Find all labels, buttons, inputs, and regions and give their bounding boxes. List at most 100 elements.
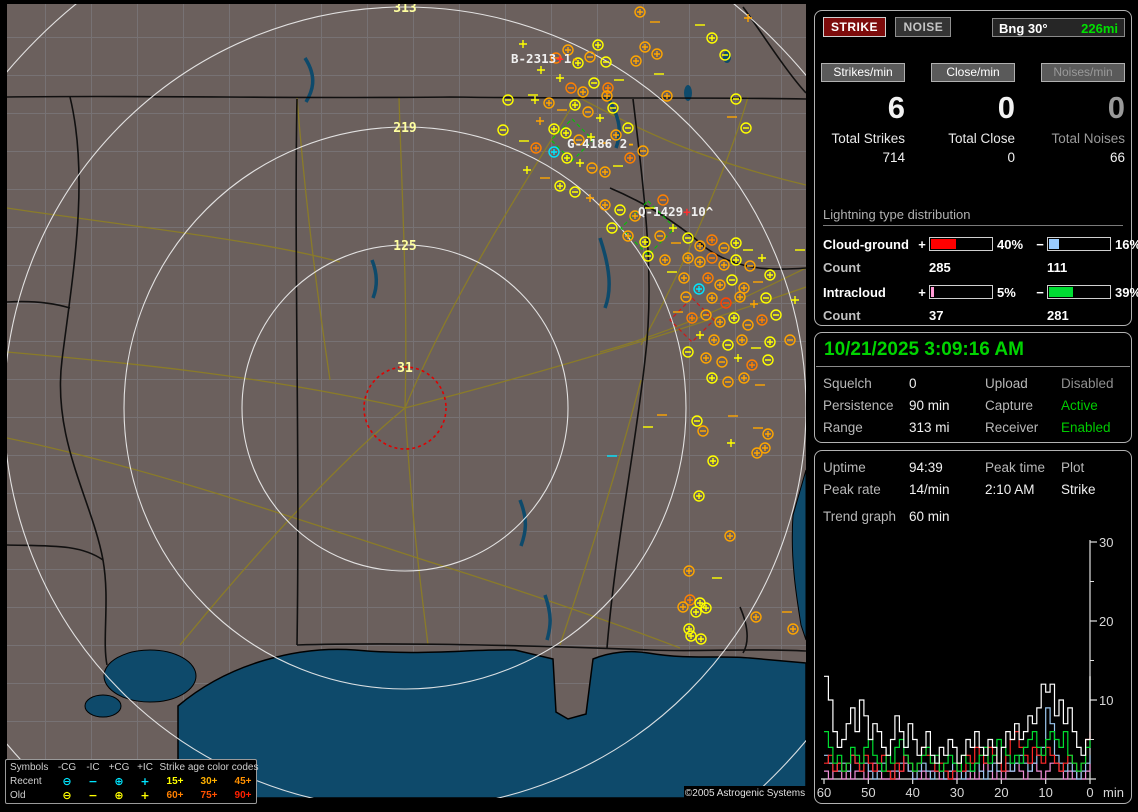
distribution-title: Lightning type distribution [823,207,1123,226]
total-value: 714 [821,150,905,165]
age-code-90plus: 90+ [226,789,260,803]
status-panel: 10/21/2025 3:09:16 AM Squelch0UploadDisa… [814,332,1132,443]
trend-graph-row: Trend graph 60 min [815,497,1131,524]
close-min-chip: Close/min [931,63,1015,82]
stat-column-3: Noises/min0Total Noises66 [1041,63,1125,165]
total-value: 0 [931,150,1015,165]
legend-header-row: Symbols -CG -IC +CG +IC Strike age color… [10,761,256,775]
ring-label-313: 313 [393,1,416,16]
y-tick-30: 30 [1099,536,1113,550]
status-313-mi: 313 mi [909,420,985,435]
plus-bar-fill [931,239,956,249]
count-row-2: Count37281 [823,304,1123,326]
uptime-94-39: 94:39 [909,460,985,475]
uptime-peak-rate: Peak rate [823,482,909,497]
nic-symbol-icon: − [80,789,106,803]
distribution-row-2: Intracloud+5%−39% [823,282,1123,302]
x-tick-40: 40 [905,785,919,800]
x-tick-20: 20 [994,785,1008,800]
total-label: Total Noises [1041,131,1125,146]
age-code-75plus: 75+ [192,789,226,803]
status-grid: Squelch0UploadDisabledPersistence90 minC… [815,367,1131,435]
count-label: Count [823,308,915,323]
uptime-grid: Uptime94:39Peak timePlotPeak rate14/min2… [815,451,1131,497]
status-active: Active [1061,398,1123,413]
stat-column-1: Strikes/min 6 Total Strikes 714 [821,63,905,165]
x-axis-unit: min [1103,785,1124,800]
stats-panel: STRIKE NOISE Bng 30° 226mi Strikes/min 6 T… [814,10,1132,326]
minus-count: 111 [1047,260,1138,275]
rate-value: 6 [821,88,905,128]
noises-min-chip: Noises/min [1041,63,1125,82]
ncg-symbol-icon: ⊖ [54,789,80,803]
ring-label-125: 125 [393,239,416,254]
minus-count: 281 [1047,308,1138,323]
legend-row-recent: Recent⊖−⊕+15+30+45+ [10,775,256,789]
uptime-14-min: 14/min [909,482,985,497]
status-range: Range [823,420,909,435]
bearing-label: Bng 30° [999,21,1048,36]
status-persistence: Persistence [823,398,909,413]
x-tick-50: 50 [861,785,875,800]
minus-percent: 16% [1111,237,1138,252]
distribution-type-name: Intracloud [823,285,915,300]
storm-cell-label: B-2313+1- [511,51,579,66]
strike-toggle-button[interactable]: STRIKE [823,17,886,37]
map-canvas[interactable]: B-2313+1-G-4186 2-Q-1429+10^ 31125219313 [0,0,806,802]
status-capture: Capture [985,398,1061,413]
uptime-peak-time: Peak time [985,460,1061,475]
age-code-30plus: 30+ [192,775,226,789]
total-label: Total Close [931,131,1015,146]
strike-map[interactable]: B-2313+1-G-4186 2-Q-1429+10^ 31125219313… [0,0,806,802]
pcg-symbol-icon: ⊕ [106,789,132,803]
status-0: 0 [909,376,985,391]
minus-bar [1047,237,1111,251]
copyright-text: ©2005 Astrogenic Systems [684,786,806,801]
legend-row-old: Old⊖−⊕+60+75+90+ [10,789,256,803]
x-tick-60: 60 [817,785,831,800]
strikes-min-chip: Strikes/min [821,63,905,82]
plus-count: 37 [929,308,1033,323]
x-tick-10: 10 [1038,785,1052,800]
uptime-2-10-am: 2:10 AM [985,482,1061,497]
ring-label-31: 31 [397,361,413,376]
count-row-1: Count285111 [823,256,1123,278]
legend-pic-label: +IC [132,761,158,775]
stat-column-2: Close/min0Total Close0 [931,63,1015,165]
status-squelch: Squelch [823,376,909,391]
legend-pcg-label: +CG [106,761,132,775]
uptime-plot: Plot [1061,460,1123,475]
minus-sign: − [1033,285,1047,300]
y-tick-10: 10 [1099,693,1113,708]
total-label: Total Strikes [821,131,905,146]
x-tick-0: 0 [1086,785,1093,800]
noise-toggle-button[interactable]: NOISE [895,17,951,37]
status-upload: Upload [985,376,1061,391]
plus-bar-fill [931,287,934,297]
pcg-symbol-icon: ⊕ [106,775,132,789]
count-label: Count [823,260,915,275]
legend-symbols-label: Symbols [10,761,54,775]
trend-graph-value: 60 min [909,509,985,524]
ring-label-219: 219 [393,121,416,136]
bearing-display: Bng 30° 226mi [992,18,1125,37]
legend-nic-label: -IC [80,761,106,775]
ncg-symbol-icon: ⊖ [54,775,80,789]
pic-symbol-icon: + [132,775,158,789]
lake-pontchartrain [104,650,196,702]
plus-sign: + [915,237,929,252]
minus-sign: − [1033,237,1047,252]
minus-bar [1047,285,1111,299]
plus-percent: 5% [993,285,1033,300]
minus-percent: 39% [1111,285,1138,300]
symbol-legend: Symbols -CG -IC +CG +IC Strike age color… [5,759,257,804]
plus-bar [929,237,993,251]
uptime-strike: Strike [1061,482,1123,497]
status-receiver: Receiver [985,420,1061,435]
plus-count: 285 [929,260,1033,275]
trend-panel: Uptime94:39Peak timePlotPeak rate14/min2… [814,450,1132,804]
nic-symbol-icon: − [80,775,106,789]
legend-age-row-label: Old [10,789,54,803]
legend-ncg-label: -CG [54,761,80,775]
plus-percent: 40% [993,237,1033,252]
